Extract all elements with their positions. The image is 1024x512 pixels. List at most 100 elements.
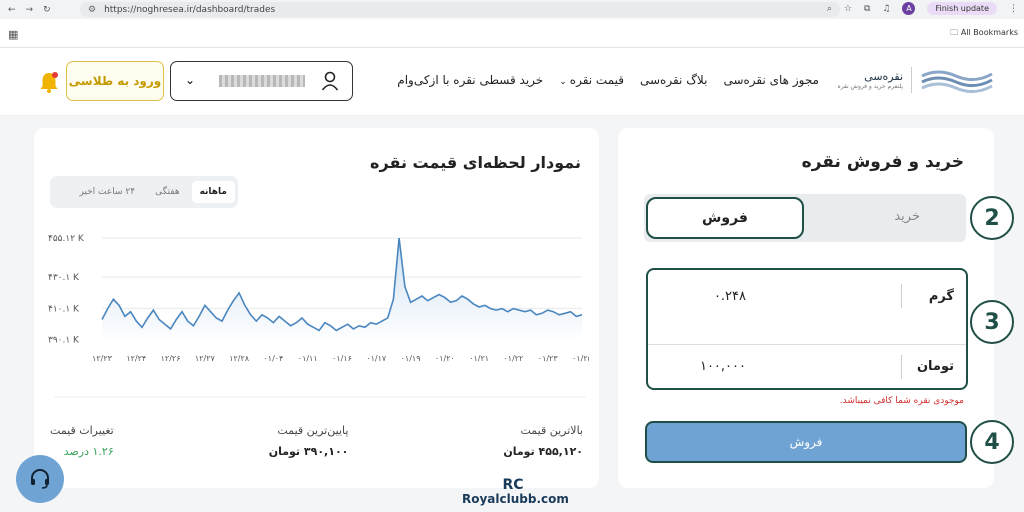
site-header: نقره‌سی پلتفرم خرید و فروش نقره خرید قسط… <box>0 48 1024 116</box>
nav-licenses[interactable]: مجوز های نقره‌سی <box>723 73 819 87</box>
stat-change-label: تغییرات قیمت <box>50 424 114 437</box>
x-tick-label: ۱۲/۲۴ <box>126 354 146 363</box>
sell-submit-button[interactable]: فروش <box>645 421 967 463</box>
reload-icon[interactable]: ↻ <box>43 5 51 15</box>
user-account-dropdown[interactable]: ⌄ <box>170 61 353 101</box>
buy-sell-toggle: خرید فروش <box>644 194 966 242</box>
chevron-down-icon: ⌄ <box>185 73 196 87</box>
site-info-icon[interactable]: ⚙ <box>88 5 96 15</box>
x-tick-label: ۰۱/۰۴ <box>263 354 283 363</box>
stat-max-label: بالاترین قیمت <box>520 424 584 437</box>
logo-name: نقره‌سی <box>864 70 903 83</box>
stat-max-number: ۴۵۵,۱۲۰ <box>538 445 583 458</box>
apps-grid-icon[interactable]: ▦ <box>8 28 18 41</box>
profile-avatar[interactable]: A <box>902 2 916 15</box>
trade-title: خرید و فروش نقره <box>801 152 964 172</box>
talasea-login-button[interactable]: ورود به طلاسی <box>66 61 164 101</box>
site-logo[interactable]: نقره‌سی پلتفرم خرید و فروش نقره <box>838 66 994 94</box>
tab-monthly[interactable]: ماهانه <box>191 181 235 203</box>
x-tick-label: ۱۲/۲۸ <box>229 354 250 363</box>
y-tick-label: ۳۹۰.۱ K <box>48 336 80 346</box>
price-chart-card: نمودار لحظه‌ای قیمت نقره ماهانه هفتگی ۲۴… <box>34 128 599 488</box>
nav-silver-price-label: قیمت نقره <box>569 73 624 87</box>
insufficient-balance-warning: موجودی نقره شما کافی نمیباشد. <box>839 396 964 406</box>
nav-installment[interactable]: خرید قسطی نقره با ازکی‌وام <box>397 73 543 87</box>
address-bar[interactable]: ⚙ https://noghresea.ir/dashboard/trades <box>80 2 840 17</box>
extensions-icon[interactable]: ⧉ <box>864 4 870 14</box>
toman-field[interactable]: تومان ۱۰۰,۰۰۰ <box>648 344 966 388</box>
user-icon <box>321 71 339 91</box>
y-tick-label: ۴۱۰.۱ K <box>48 304 80 314</box>
tab-24h[interactable]: ۲۴ ساعت اخیر <box>71 181 143 203</box>
price-area-chart[interactable]: ۴۵۵.۱۲ K ۴۳۰.۱ K ۴۱۰.۱ K ۳۹۰.۱ K ۱۲/۲۳ ۱۲/۲۴ ۱… <box>44 223 589 413</box>
stat-max: بالاترین قیمت ۴۵۵,۱۲۰ تومان <box>503 424 583 458</box>
watermark-logo: RC <box>502 477 524 493</box>
x-tick-label: ۰۱/۲۰ <box>435 354 455 363</box>
y-tick-label: ۴۵۵.۱۲ K <box>48 234 85 244</box>
bookmarks-bar: ▦ 🗀 All Bookmarks <box>0 19 1024 48</box>
blurred-username <box>219 75 305 87</box>
zoom-icon[interactable]: ⌕ <box>827 4 832 14</box>
watermark-text: Royalclubb.com <box>462 492 569 506</box>
star-icon[interactable]: ☆ <box>844 4 852 14</box>
toman-value: ۱۰۰,۰۰۰ <box>699 359 746 374</box>
url-text: https://noghresea.ir/dashboard/trades <box>104 4 276 15</box>
forward-icon[interactable]: → <box>26 5 34 15</box>
logo-waves-icon <box>921 70 993 93</box>
headset-icon <box>31 469 49 489</box>
gram-value: ۰.۲۴۸ <box>713 288 746 304</box>
support-chat-button[interactable] <box>16 455 64 503</box>
x-tick-label: ۰۱/۲۱ <box>469 354 489 363</box>
stat-max-value: ۴۵۵,۱۲۰ تومان <box>503 445 583 458</box>
y-tick-label: ۴۳۰.۱ K <box>48 273 80 283</box>
x-tick-label: ۰۱/۲۵ <box>572 354 589 363</box>
stat-min-number: ۳۹۰,۱۰۰ <box>303 445 349 458</box>
field-divider <box>901 284 902 308</box>
bell-icon[interactable] <box>38 70 60 94</box>
x-tick-label: ۰۱/۱۹ <box>401 354 421 363</box>
nav-silver-price[interactable]: قیمت نقره⌄ <box>559 73 624 87</box>
watermark: RC Royalclubb.com <box>462 477 569 512</box>
stat-change-unit: درصد <box>63 445 90 458</box>
stat-min-value: ۳۹۰,۱۰۰ تومان <box>269 445 349 458</box>
media-icon[interactable]: ♫ <box>882 4 890 14</box>
stat-change-value: ۱.۲۶ درصد <box>50 445 114 458</box>
buy-tab[interactable]: خرید <box>894 209 920 224</box>
x-tick-label: ۰۱/۲۲ <box>503 354 523 363</box>
stat-min: پایین‌ترین قیمت ۳۹۰,۱۰۰ تومان <box>269 424 349 458</box>
stat-min-label: پایین‌ترین قیمت <box>277 424 349 437</box>
x-tick-label: ۰۱/۲۳ <box>538 354 559 363</box>
field-divider <box>901 355 902 379</box>
logo-tagline: پلتفرم خرید و فروش نقره <box>837 83 903 90</box>
finish-update-button[interactable]: Finish update <box>927 2 997 15</box>
browser-toolbar: ← → ↻ ⚙ https://noghresea.ir/dashboard/t… <box>0 0 1024 19</box>
gram-field[interactable]: گرم ۰.۲۴۸ <box>648 274 966 318</box>
toman-unit-label: تومان <box>916 359 954 374</box>
nav-blog[interactable]: بلاگ نقره‌سی <box>640 73 707 87</box>
sell-tab[interactable]: فروش <box>646 197 804 239</box>
logo-divider <box>911 67 912 93</box>
browser-nav: ← → ↻ <box>8 5 51 15</box>
logo-text: نقره‌سی پلتفرم خرید و فروش نقره <box>838 70 903 90</box>
back-icon[interactable]: ← <box>8 5 16 15</box>
menu-dots-icon[interactable]: ⋮ <box>1009 4 1018 14</box>
step-marker-3: 3 <box>970 300 1014 344</box>
chart-range-tabs: ماهانه هفتگی ۲۴ ساعت اخیر <box>50 176 238 208</box>
x-tick-label: ۰۱/۱۱ <box>298 354 318 363</box>
chart-title: نمودار لحظه‌ای قیمت نقره <box>370 153 581 172</box>
amount-inputs: گرم ۰.۲۴۸ تومان ۱۰۰,۰۰۰ <box>646 268 968 390</box>
x-tick-label: ۱۲/۲۷ <box>195 354 216 363</box>
trade-card: خرید و فروش نقره خرید فروش گرم ۰.۲۴۸ توم… <box>618 128 994 488</box>
step-marker-2: 2 <box>970 196 1014 240</box>
x-tick-label: ۰۱/۱۷ <box>366 354 387 363</box>
x-tick-label: ۰۱/۱۶ <box>332 354 352 363</box>
tab-weekly[interactable]: هفتگی <box>147 181 188 203</box>
price-stats: بالاترین قیمت ۴۵۵,۱۲۰ تومان پایین‌ترین ق… <box>50 424 583 458</box>
all-bookmarks-button[interactable]: 🗀 All Bookmarks <box>950 27 1018 41</box>
main-nav: خرید قسطی نقره با ازکی‌وام قیمت نقره⌄ بل… <box>397 73 819 87</box>
stat-change-number: ۱.۲۶ <box>92 445 114 458</box>
stat-change: تغییرات قیمت ۱.۲۶ درصد <box>50 424 114 458</box>
gram-unit-label: گرم <box>928 288 954 304</box>
all-bookmarks-label: All Bookmarks <box>960 28 1018 37</box>
chevron-down-icon: ⌄ <box>559 77 567 87</box>
